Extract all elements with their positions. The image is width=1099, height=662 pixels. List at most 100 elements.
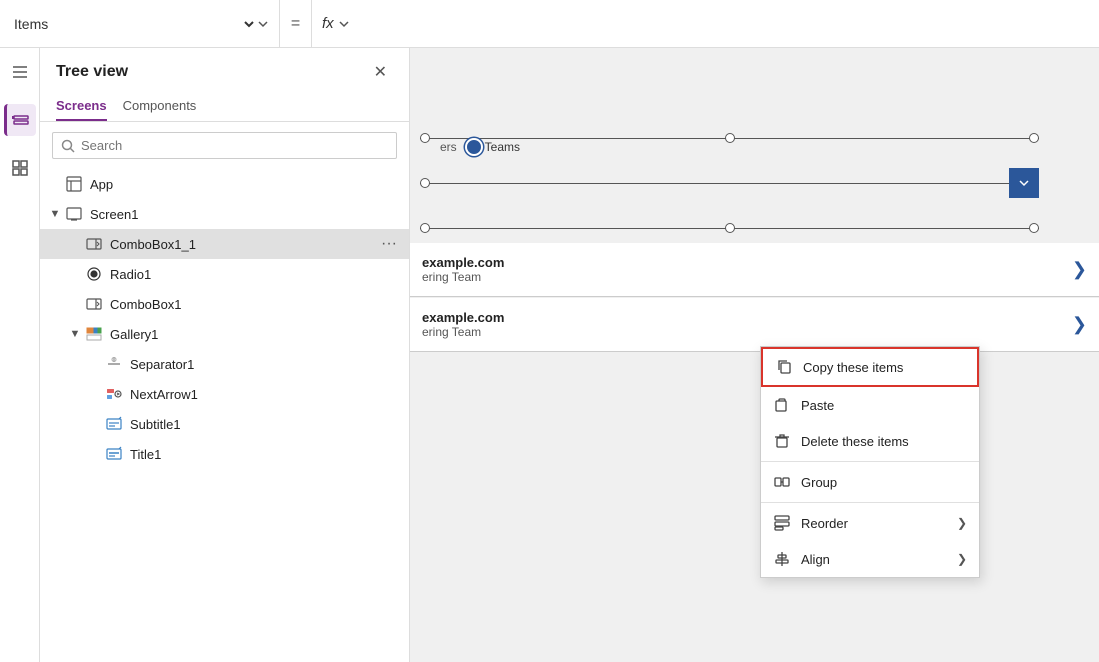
- context-menu-item-reorder[interactable]: Reorder ❯: [761, 505, 979, 541]
- handle-tm: [725, 133, 735, 143]
- list-item-sub-1: ering Team: [422, 325, 1072, 339]
- tab-screens[interactable]: Screens: [56, 92, 107, 121]
- separator1-label: Separator1: [130, 357, 401, 372]
- reorder-icon: [773, 514, 791, 532]
- context-menu-item-group[interactable]: Group: [761, 464, 979, 500]
- handle-tl: [420, 133, 430, 143]
- reorder-label: Reorder: [801, 516, 947, 531]
- context-menu: Copy these items Paste: [760, 346, 980, 578]
- tree-header: Tree view ✕: [40, 48, 409, 92]
- align-label: Align: [801, 552, 947, 567]
- group-label: Group: [801, 475, 967, 490]
- icon-rail: [0, 48, 40, 662]
- title-icon: [104, 444, 124, 464]
- tree-item-app[interactable]: ▸ App: [40, 169, 409, 199]
- handle-bm: [725, 223, 735, 233]
- more-options-icon[interactable]: ···: [377, 235, 401, 253]
- tree-item-combobox1-1[interactable]: ▸ ComboBox1_1 ···: [40, 229, 409, 259]
- tree-item-separator1[interactable]: ▸ Separator1: [40, 349, 409, 379]
- radio-bar: ers Teams: [440, 140, 520, 154]
- fx-chevron-icon: [338, 18, 350, 30]
- tree-content: ▸ App ▼: [40, 169, 409, 662]
- tab-components[interactable]: Components: [123, 92, 197, 121]
- tree-panel: Tree view ✕ Screens Components ▸: [40, 48, 410, 662]
- combobox-icon: [84, 234, 104, 254]
- context-menu-item-copy[interactable]: Copy these items: [761, 347, 979, 387]
- fx-bar[interactable]: fx: [312, 15, 360, 32]
- title1-label: Title1: [130, 447, 401, 462]
- equals-symbol: =: [280, 0, 312, 47]
- tree-item-combobox1[interactable]: ▸ ComboBox1: [40, 289, 409, 319]
- combobox1-1-label: ComboBox1_1: [110, 237, 377, 252]
- radio1-label: Radio1: [110, 267, 401, 282]
- app-label: App: [90, 177, 401, 192]
- search-input[interactable]: [81, 138, 388, 153]
- canvas-area: ers Teams example.com ering Team ❯: [410, 48, 1099, 662]
- context-menu-item-align[interactable]: Align ❯: [761, 541, 979, 577]
- formula-select-container: Items: [0, 0, 280, 47]
- layers-icon[interactable]: [4, 104, 36, 136]
- gallery-icon: [84, 324, 104, 344]
- menu-divider-1: [761, 461, 979, 462]
- formula-select[interactable]: Items: [10, 15, 257, 33]
- screen1-chevron-icon: ▼: [48, 207, 62, 221]
- tree-item-gallery1[interactable]: ▼ Gallery1: [40, 319, 409, 349]
- list-item-chevron-1: ❯: [1072, 314, 1087, 335]
- list-item-sub-0: ering Team: [422, 270, 1072, 284]
- radio-icon: [84, 264, 104, 284]
- handle-bl: [420, 223, 430, 233]
- tree-item-radio1[interactable]: ▸ Radio1: [40, 259, 409, 289]
- combobox1-label: ComboBox1: [110, 297, 401, 312]
- copy-label: Copy these items: [803, 360, 965, 375]
- top-bar: Items = fx: [0, 0, 1099, 48]
- list-item-text-0: example.com ering Team: [422, 255, 1072, 284]
- grid-icon[interactable]: [4, 152, 36, 184]
- handle-tr: [1029, 133, 1039, 143]
- close-button[interactable]: ✕: [368, 60, 393, 84]
- align-icon: [773, 550, 791, 568]
- teams-radio-option[interactable]: Teams: [467, 140, 520, 154]
- tree-tabs: Screens Components: [40, 92, 409, 122]
- list-item-domain-1: example.com: [422, 310, 1072, 325]
- nextarrow-icon: [104, 384, 124, 404]
- gallery1-chevron-icon: ▼: [68, 327, 82, 341]
- tree-item-title1[interactable]: ▸ Title1: [40, 439, 409, 469]
- dropdown-button[interactable]: [1009, 168, 1039, 198]
- subtitle-icon: [104, 414, 124, 434]
- handle-ml: [420, 178, 430, 188]
- gallery1-label: Gallery1: [110, 327, 401, 342]
- nextarrow1-label: NextArrow1: [130, 387, 401, 402]
- teams-radio-dot: [467, 140, 481, 154]
- context-menu-item-paste[interactable]: Paste: [761, 387, 979, 423]
- combobox-icon: [84, 294, 104, 314]
- handle-br: [1029, 223, 1039, 233]
- align-arrow-icon: ❯: [957, 552, 967, 566]
- search-box: [52, 132, 397, 159]
- tree-item-subtitle1[interactable]: ▸ Subtitle1: [40, 409, 409, 439]
- select-chevron-icon: [257, 18, 269, 30]
- separator-icon: [104, 354, 124, 374]
- delete-icon: [773, 432, 791, 450]
- screen-icon: [64, 204, 84, 224]
- subtitle1-label: Subtitle1: [130, 417, 401, 432]
- selection-handles-area: ers Teams: [420, 128, 1039, 238]
- radio-ers-label: ers: [440, 140, 457, 154]
- canvas-list-item-0[interactable]: example.com ering Team ❯: [410, 243, 1099, 297]
- canvas-list-item-1[interactable]: example.com ering Team ❯: [410, 298, 1099, 352]
- screen1-label: Screen1: [90, 207, 401, 222]
- tree-item-nextarrow1[interactable]: ▸ NextArrow1: [40, 379, 409, 409]
- dropdown-chevron-icon: [1018, 177, 1030, 189]
- paste-icon: [773, 396, 791, 414]
- hamburger-icon[interactable]: [4, 56, 36, 88]
- context-menu-item-delete[interactable]: Delete these items: [761, 423, 979, 459]
- app-icon: [64, 174, 84, 194]
- teams-label: Teams: [485, 140, 520, 154]
- group-icon: [773, 473, 791, 491]
- delete-label: Delete these items: [801, 434, 967, 449]
- list-item-text-1: example.com ering Team: [422, 310, 1072, 339]
- paste-label: Paste: [801, 398, 967, 413]
- tree-item-screen1[interactable]: ▼ Screen1: [40, 199, 409, 229]
- reorder-arrow-icon: ❯: [957, 516, 967, 530]
- menu-divider-2: [761, 502, 979, 503]
- list-item-domain-0: example.com: [422, 255, 1072, 270]
